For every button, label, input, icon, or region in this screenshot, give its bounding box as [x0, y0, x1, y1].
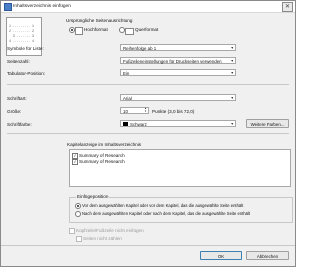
chevron-down-icon: ▼ [230, 122, 234, 126]
divider [7, 133, 289, 134]
insert-after-radio[interactable] [75, 211, 81, 217]
header-footer-label: Kopfzeile/Fußzeile nicht einfügen [76, 228, 144, 233]
insert-position-heading: Einfügeposition [76, 194, 110, 199]
page-numbers-select[interactable]: Fußzeileneinstellungen für Druckseiten v… [120, 57, 236, 64]
chevron-down-icon: ▼ [230, 46, 234, 50]
chapter-list[interactable]: ✓ Summary of Research ✓ Summary of Resea… [69, 149, 291, 187]
symbols-label: Symbole für Liste: [7, 46, 44, 51]
skip-pages-checkbox[interactable] [76, 236, 82, 242]
ok-button[interactable]: OK [200, 251, 242, 260]
color-select[interactable]: Schwarz ▼ [120, 120, 236, 127]
divider [7, 84, 289, 85]
portrait-icon [75, 27, 83, 35]
cancel-button[interactable]: Abbrechen [246, 251, 289, 260]
portrait-label: Hochformat [84, 27, 108, 32]
chapter-item-label: Summary of Research [79, 159, 125, 164]
color-swatch [123, 122, 128, 126]
preview-line: 4 ......... 4 [9, 39, 34, 43]
font-label: Schriftart: [7, 96, 27, 101]
divider [1, 245, 295, 246]
tab-position-select[interactable]: Ein ▼ [120, 69, 236, 76]
orientation-heading: Ursprüngliche Seitenausrichtung [66, 18, 133, 23]
insert-toc-dialog: Inhaltsverzeichnis einfügen ✕ 1 ........… [0, 0, 296, 267]
preview-line: 2 ......... 2 [9, 29, 34, 33]
size-value: 10 [123, 109, 128, 114]
close-button[interactable]: ✕ [282, 2, 293, 12]
landscape-label: Querformat [135, 27, 159, 32]
chevron-down-icon: ▼ [230, 59, 234, 63]
symbols-select[interactable]: Reihenfolge ab 1 ▼ [120, 44, 236, 51]
size-label: Größe: [7, 109, 22, 114]
color-label: Schriftfarbe: [7, 122, 32, 127]
tab-position-value: Ein [123, 71, 130, 76]
landscape-icon [125, 28, 134, 35]
preview-line: 1 ......... 1 [9, 24, 34, 28]
size-hint: Punkte (3,0 bis 72,0) [152, 109, 195, 114]
header-footer-checkbox[interactable] [69, 228, 75, 234]
preview-line: 3 ....... 3 [9, 34, 34, 38]
insert-before-radio[interactable] [75, 203, 81, 209]
spin-down-icon[interactable]: ▼ [143, 110, 148, 116]
page-numbers-value: Fußzeileneinstellungen für Druckseiten v… [123, 59, 222, 64]
font-value: Arial [123, 96, 132, 101]
insert-position-group [69, 197, 293, 223]
page-numbers-label: Seitenzahl: [7, 59, 30, 64]
insert-before-label: Vor dem ausgewählten Kapitel oder vor de… [82, 203, 244, 208]
dialog-title: Inhaltsverzeichnis einfügen [13, 4, 71, 9]
insert-after-label: Nach dem ausgewählten Kapitel oder nach … [82, 211, 251, 216]
app-icon [4, 3, 12, 11]
size-spinner[interactable]: 10 ▲ ▼ [120, 107, 149, 114]
title-bar: Inhaltsverzeichnis einfügen ✕ [1, 1, 295, 13]
font-select[interactable]: Arial ▼ [120, 94, 236, 101]
color-value: Schwarz [130, 122, 147, 127]
tab-position-label: Tabulator-Position: [7, 71, 46, 76]
chapter-checkbox[interactable]: ✓ [72, 159, 78, 165]
chapter-item-label: Summary of Research [79, 153, 125, 158]
chevron-down-icon: ▼ [230, 96, 234, 100]
more-colors-button[interactable]: Weitere Farben... [246, 119, 289, 128]
chapter-display-heading: Kapitelanzeige im Inhaltsverzeichnis [67, 142, 142, 147]
skip-pages-label: Seiten nicht zählen [83, 236, 122, 241]
symbols-value: Reihenfolge ab 1 [123, 46, 157, 51]
chevron-down-icon: ▼ [230, 71, 234, 75]
